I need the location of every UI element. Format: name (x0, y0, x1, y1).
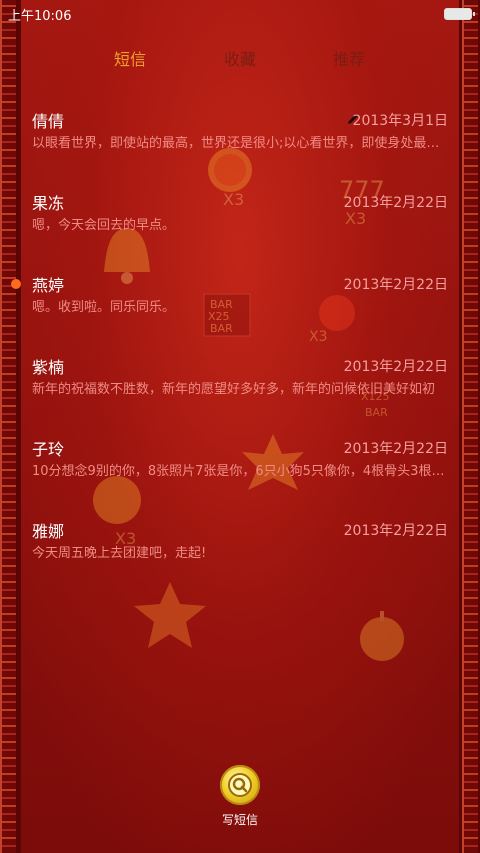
message-preview: 10分想念9别的你，8张照片7张是你，6只小狗5只像你，4根骨头3根给你 (32, 464, 448, 479)
unread-dot-icon (11, 279, 21, 289)
message-item[interactable]: 倩倩 2013年3月1日 以眼看世界，即使站的最高，世界还是很小;以心看世界，即… (20, 100, 458, 178)
fruit-icon (352, 605, 412, 665)
star-icon (130, 580, 210, 650)
tab-recommend[interactable]: 推荐 (333, 46, 365, 70)
right-decorative-border (459, 0, 480, 853)
left-decorative-border (0, 0, 21, 853)
battery-icon (444, 8, 475, 20)
message-preview: 以眼看世界，即使站的最高，世界还是很小;以心看世界，即使身处最低，世界也很大 (32, 136, 448, 151)
message-preview: 今天周五晚上去团建吧，走起! (32, 546, 207, 561)
contact-name: 倩倩 (32, 112, 65, 131)
message-item[interactable]: 紫楠 2013年2月22日 新年的祝福数不胜数，新年的愿望好多好多，新年的问候依… (20, 346, 458, 424)
message-date: 2013年2月22日 (343, 195, 448, 211)
message-item[interactable]: 燕婷 2013年2月22日 嗯。收到啦。同乐同乐。 (11, 264, 458, 342)
compose-label: 写短信 (221, 813, 258, 827)
message-item[interactable]: 子玲 2013年2月22日 10分想念9别的你，8张照片7张是你，6只小狗5只像… (20, 428, 458, 506)
message-date: 2013年2月22日 (343, 523, 448, 539)
message-date: 2013年2月22日 (343, 441, 448, 457)
tab-sms[interactable]: 短信 (114, 46, 146, 70)
status-time: 上午10:06 (8, 9, 72, 24)
contact-name: 雅娜 (32, 522, 65, 541)
contact-name: 果冻 (32, 194, 65, 213)
message-item[interactable]: 雅娜 2013年2月22日 今天周五晚上去团建吧，走起! (20, 510, 458, 588)
contact-name: 紫楠 (32, 358, 65, 377)
contact-name: 燕婷 (32, 276, 65, 295)
tab-favorites[interactable]: 收藏 (224, 46, 256, 70)
message-preview: 新年的祝福数不胜数，新年的愿望好多好多，新年的问候依旧美好如初 (32, 382, 436, 397)
message-date: 2013年2月22日 (343, 359, 448, 375)
message-item[interactable]: 果冻 2013年2月22日 嗯，今天会回去的早点。 (20, 182, 458, 260)
compose-icon[interactable] (220, 765, 260, 805)
compose-button[interactable]: 写短信 (219, 765, 261, 828)
status-bar: 上午10:06 (0, 0, 480, 26)
message-date: 2013年3月1日 (352, 113, 448, 129)
message-preview: 嗯。收到啦。同乐同乐。 (32, 300, 176, 315)
tab-bar: 短信 收藏 推荐 (0, 46, 480, 70)
message-date: 2013年2月22日 (343, 277, 448, 293)
contact-name: 子玲 (32, 440, 65, 459)
message-preview: 嗯，今天会回去的早点。 (32, 218, 176, 233)
